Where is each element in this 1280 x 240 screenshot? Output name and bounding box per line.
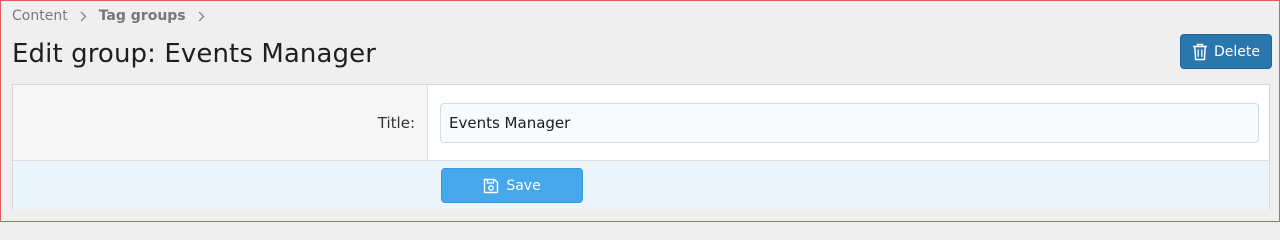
save-button-label: Save — [506, 177, 541, 194]
breadcrumb-item-tag-groups[interactable]: Tag groups — [99, 8, 186, 24]
title-input[interactable] — [440, 102, 1259, 143]
floppy-disk-icon — [483, 178, 499, 194]
edit-group-form: Title: Save — [12, 84, 1270, 209]
delete-button[interactable]: Delete — [1180, 34, 1272, 69]
title-row: Title: — [13, 85, 1269, 161]
trash-icon — [1192, 43, 1208, 61]
title-field-container — [428, 85, 1269, 160]
chevron-right-icon — [198, 11, 205, 22]
page-title: Edit group: Events Manager — [12, 39, 377, 69]
submit-row: Save — [13, 161, 1269, 209]
breadcrumb: Content Tag groups — [12, 7, 217, 25]
delete-button-label: Delete — [1214, 43, 1260, 60]
chevron-right-icon — [80, 11, 87, 22]
title-label: Title: — [13, 85, 428, 160]
save-button[interactable]: Save — [441, 168, 583, 203]
breadcrumb-item-content[interactable]: Content — [12, 8, 68, 24]
